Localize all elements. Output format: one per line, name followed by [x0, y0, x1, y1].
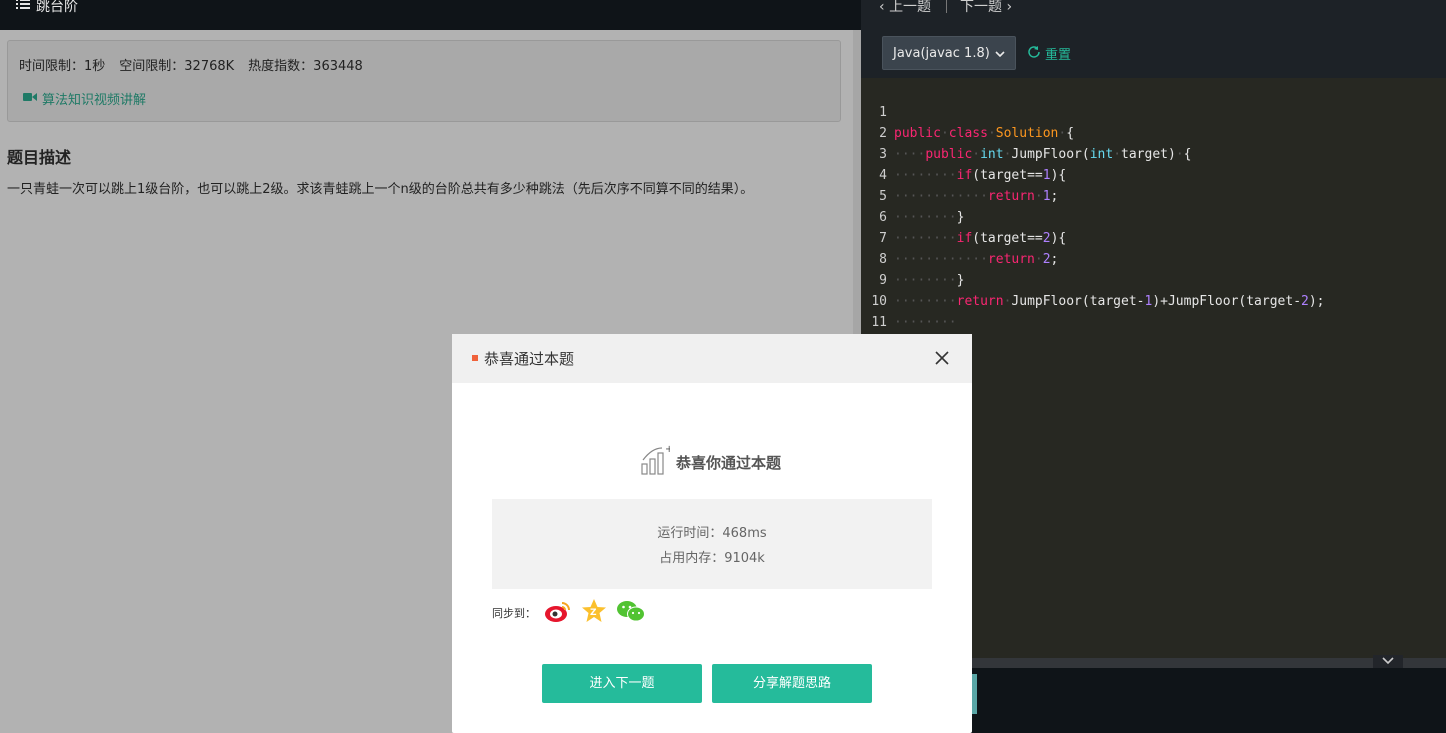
- congrats-text: 恭喜你通过本题: [676, 453, 782, 472]
- editor-toolbar: Java(javac 1.8) 重置: [861, 30, 1446, 78]
- problem-limits: 时间限制：1秒 空间限制：32768K 热度指数：363448: [19, 55, 363, 74]
- video-explanation-link[interactable]: 算法知识视频讲解: [23, 89, 146, 108]
- nav-divider: [946, 0, 947, 13]
- code-line: 1 public·class·Solution·{: [861, 81, 1446, 141]
- code-line: 12 }: [861, 312, 1446, 372]
- problem-title: 跳台阶: [16, 0, 78, 16]
- dialog-title: 恭喜通过本题: [484, 350, 575, 368]
- prev-problem-link[interactable]: ‹ 上一题: [879, 0, 931, 16]
- video-link-label: 算法知识视频讲解: [42, 93, 147, 108]
- list-icon: [16, 0, 30, 14]
- code-line: 7 ············return·2;: [861, 207, 1446, 267]
- share-sync: 同步到： Z: [492, 598, 646, 628]
- time-limit: 时间限制：1秒: [19, 59, 106, 74]
- success-dialog: 恭喜通过本题 + 恭喜你通过本题 运行时间：468ms 占用内存：9104k 同…: [452, 334, 972, 733]
- language-select-value: Java(javac 1.8): [893, 45, 990, 61]
- problem-info-box: 时间限制：1秒 空间限制：32768K 热度指数：363448 算法知识视频讲解: [7, 40, 841, 122]
- code-line: 9 ········return·JumpFloor(target-1)+Jum…: [861, 249, 1446, 309]
- code-line: 5 ········}: [861, 165, 1446, 225]
- run-button-edge[interactable]: [972, 674, 977, 714]
- code-line: 6 ········if(target==2){: [861, 186, 1446, 246]
- code-line: 4 ············return·1;: [861, 144, 1446, 204]
- chevron-right-icon: ›: [1006, 0, 1013, 15]
- sync-label: 同步到：: [492, 607, 536, 620]
- share-solution-button[interactable]: 分享解题思路: [712, 664, 872, 703]
- svg-text:Z: Z: [590, 608, 597, 618]
- language-select[interactable]: Java(javac 1.8): [882, 36, 1016, 70]
- next-problem-button[interactable]: 进入下一题: [542, 664, 702, 703]
- problem-header: 跳台阶: [0, 0, 861, 30]
- prev-problem-label: 上一题: [889, 0, 932, 15]
- wechat-icon[interactable]: [616, 599, 646, 627]
- close-icon[interactable]: [935, 346, 949, 370]
- problem-title-text: 跳台阶: [36, 0, 78, 15]
- description-heading: 题目描述: [7, 148, 72, 167]
- chevron-down-icon: [995, 46, 1005, 61]
- title-mark: [472, 355, 478, 361]
- chevron-left-icon: ‹: [879, 0, 885, 15]
- memory-stat: 占用内存：9104k: [659, 551, 765, 566]
- code-line: 11 ····}: [861, 291, 1446, 351]
- next-problem-link[interactable]: 下一题 ›: [960, 0, 1012, 16]
- next-problem-label: 下一题: [960, 0, 1002, 15]
- congrats-message: + 恭喜你通过本题: [640, 444, 781, 480]
- code-line: 10 ········: [861, 270, 1446, 330]
- collapse-chevron-icon[interactable]: [1373, 655, 1403, 669]
- reset-button[interactable]: 重置: [1027, 44, 1071, 63]
- problem-nav: ‹ 上一题 下一题 ›: [861, 0, 1446, 30]
- space-limit: 空间限制：32768K: [119, 59, 235, 74]
- code-line: 8 ········}: [861, 228, 1446, 288]
- qzone-icon[interactable]: Z: [580, 598, 608, 628]
- runtime-stat: 运行时间：468ms: [657, 526, 767, 541]
- refresh-icon: [1027, 45, 1041, 63]
- result-stats: 运行时间：468ms 占用内存：9104k: [492, 499, 932, 589]
- bar-chart-icon: +: [640, 444, 673, 480]
- code-line: 3 ········if(target==1){: [861, 123, 1446, 183]
- svg-text:+: +: [665, 444, 670, 455]
- reset-label: 重置: [1045, 48, 1072, 63]
- code-line: 2 ····public·int·JumpFloor(int·target)·{: [861, 102, 1446, 162]
- heat-index: 热度指数：363448: [248, 59, 363, 74]
- dialog-header: 恭喜通过本题: [452, 334, 972, 383]
- video-camera-icon: [23, 91, 37, 106]
- weibo-icon[interactable]: [544, 599, 572, 627]
- description-text: 一只青蛙一次可以跳上1级台阶，也可以跳上2级。求该青蛙跳上一个n级的台阶总共有多…: [7, 182, 754, 197]
